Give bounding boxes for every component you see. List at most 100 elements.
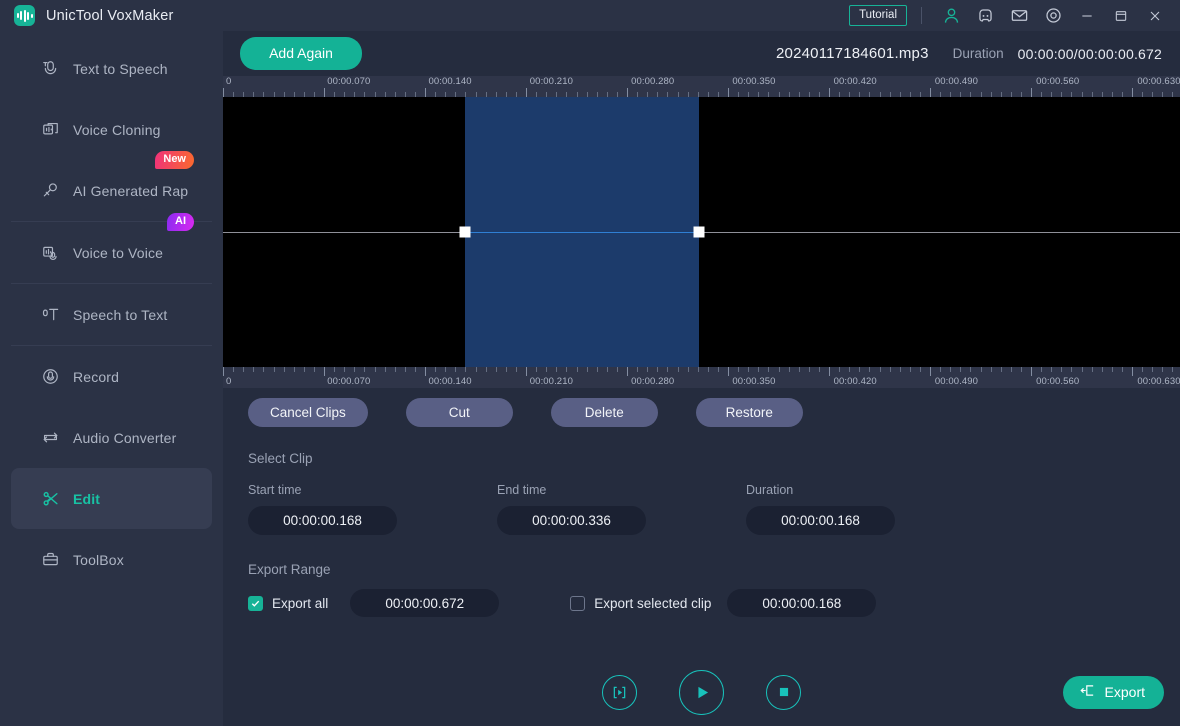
ruler-tick-label: 0 bbox=[226, 376, 232, 387]
ruler-tick bbox=[243, 367, 245, 372]
sidebar-item-edit[interactable]: Edit bbox=[11, 468, 212, 529]
ruler-tick bbox=[627, 367, 628, 376]
ruler-tick bbox=[919, 367, 921, 372]
ruler-tick bbox=[960, 367, 962, 372]
export-arrow-icon bbox=[1079, 682, 1096, 702]
export-all-checkbox[interactable] bbox=[248, 595, 263, 611]
ruler-tick bbox=[909, 367, 911, 372]
waveform-canvas[interactable] bbox=[223, 97, 1180, 367]
ruler-tick bbox=[758, 367, 760, 372]
clip-duration-input[interactable]: 00:00:00.168 bbox=[746, 506, 895, 535]
export-selected-clip-checkbox[interactable] bbox=[570, 595, 586, 611]
ruler-tick bbox=[1041, 367, 1043, 372]
sidebar-item-voice-to-voice[interactable]: Voice to Voice AI bbox=[11, 213, 212, 283]
ruler-tick bbox=[930, 88, 931, 97]
selection-handle-left[interactable] bbox=[459, 226, 471, 238]
sidebar-item-record[interactable]: Record bbox=[11, 346, 212, 407]
ruler-tick bbox=[990, 367, 992, 372]
sidebar-item-toolbox[interactable]: ToolBox bbox=[11, 529, 212, 590]
ruler-tick bbox=[1121, 367, 1123, 372]
ruler-tick bbox=[1020, 367, 1022, 372]
sidebar-item-label: Text to Speech bbox=[73, 60, 168, 77]
sidebar-item-speech-to-text[interactable]: Speech to Text bbox=[11, 284, 212, 345]
ruler-tick bbox=[1061, 367, 1063, 372]
ruler-tick bbox=[1132, 88, 1133, 97]
speech-text-icon bbox=[39, 304, 61, 326]
ruler-tick-label: 00:00.140 bbox=[428, 76, 472, 87]
discord-icon[interactable] bbox=[970, 3, 1000, 29]
start-time-field: Start time 00:00:00.168 bbox=[248, 483, 497, 535]
ruler-tick bbox=[930, 367, 931, 376]
ruler-tick bbox=[313, 367, 315, 372]
export-button[interactable]: Export bbox=[1062, 675, 1164, 709]
ruler-tick bbox=[303, 367, 305, 372]
export-selected-clip-label: Export selected clip bbox=[594, 595, 712, 611]
export-all-label: Export all bbox=[272, 595, 329, 611]
account-icon[interactable] bbox=[936, 3, 966, 29]
cut-button[interactable]: Cut bbox=[405, 398, 513, 427]
tutorial-button[interactable]: Tutorial bbox=[849, 4, 907, 27]
ruler-tick bbox=[394, 367, 396, 372]
sidebar-item-text-to-speech[interactable]: Text to Speech bbox=[11, 38, 212, 99]
sidebar-item-audio-converter[interactable]: Audio Converter bbox=[11, 407, 212, 468]
ruler-tick bbox=[425, 367, 426, 376]
app-window: UnicTool VoxMaker Tutorial Text to Speec… bbox=[0, 0, 1180, 726]
duration-value: 00:00:00/00:00:00.672 bbox=[1017, 45, 1162, 62]
export-selected-clip-value[interactable]: 00:00:00.168 bbox=[727, 589, 877, 617]
close-button[interactable] bbox=[1140, 3, 1170, 29]
ruler-tick-label: 00:00.070 bbox=[327, 376, 371, 387]
ruler-tick bbox=[455, 367, 457, 372]
ruler-tick bbox=[859, 367, 861, 372]
play-icon[interactable] bbox=[679, 669, 724, 715]
restore-button[interactable]: Restore bbox=[695, 398, 803, 427]
stop-icon[interactable] bbox=[766, 674, 801, 710]
editor-header: Add Again 20240117184601.mp3 Duration 00… bbox=[223, 31, 1180, 76]
ruler-tick bbox=[970, 367, 972, 372]
ruler-tick bbox=[1010, 367, 1012, 372]
ruler-tick bbox=[364, 367, 366, 372]
ruler-tick bbox=[1172, 367, 1174, 372]
record-mic-icon bbox=[39, 366, 61, 388]
ruler-tick bbox=[596, 367, 598, 372]
ruler-tick bbox=[889, 367, 891, 372]
gear-icon[interactable] bbox=[1038, 3, 1068, 29]
ruler-tick-label: 00:00.490 bbox=[934, 76, 979, 87]
cancel-clips-button[interactable]: Cancel Clips bbox=[248, 398, 368, 427]
ruler-tick bbox=[1142, 367, 1144, 372]
export-button-label: Export bbox=[1104, 684, 1145, 700]
minimize-button[interactable] bbox=[1072, 3, 1102, 29]
ruler-tick bbox=[515, 367, 517, 372]
clip-settings-panel: Select Clip Start time 00:00:00.168 End … bbox=[223, 437, 1180, 658]
ruler-tick bbox=[697, 367, 699, 372]
app-title: UnicTool VoxMaker bbox=[46, 7, 174, 24]
ruler-tick bbox=[849, 367, 851, 372]
ruler-tick-label: 00:00.280 bbox=[631, 376, 675, 387]
sidebar-item-label: AI Generated Rap bbox=[73, 182, 189, 199]
play-in-brackets-icon[interactable] bbox=[602, 674, 637, 710]
ruler-tick bbox=[324, 88, 325, 97]
ruler-tick bbox=[748, 367, 750, 372]
player-bar: Export bbox=[223, 658, 1180, 726]
ruler-tick bbox=[384, 367, 386, 372]
ruler-tick bbox=[647, 367, 649, 372]
sidebar-badge-ai: AI bbox=[167, 213, 194, 231]
ruler-tick-label: 00:00.420 bbox=[833, 76, 877, 87]
clip-duration-label: Duration bbox=[746, 483, 794, 497]
ruler-tick bbox=[1101, 367, 1103, 372]
sidebar-item-ai-generated-rap[interactable]: AI Generated Rap New bbox=[11, 151, 212, 221]
start-time-input[interactable]: 00:00:00.168 bbox=[248, 506, 397, 535]
ruler-tick-label: 00:00.350 bbox=[732, 376, 776, 387]
ruler-tick bbox=[667, 367, 669, 372]
timeline-ruler-top[interactable]: 0 00:00.070 00:00.140 00:00.210 00:00.280 00:… bbox=[223, 76, 1180, 97]
delete-button[interactable]: Delete bbox=[550, 398, 658, 427]
export-all-value[interactable]: 00:00:00.672 bbox=[350, 589, 500, 617]
toolbox-icon bbox=[39, 549, 61, 571]
add-again-button[interactable]: Add Again bbox=[240, 37, 362, 70]
maximize-button[interactable] bbox=[1106, 3, 1136, 29]
ruler-tick bbox=[808, 367, 810, 372]
end-time-input[interactable]: 00:00:00.336 bbox=[497, 506, 646, 535]
clip-actions-bar: Cancel Clips Cut Delete Restore bbox=[223, 388, 1180, 437]
mail-icon[interactable] bbox=[1004, 3, 1034, 29]
timeline-ruler-bottom[interactable]: 0 00:00.070 00:00.140 00:00.210 00:00.280 00:… bbox=[223, 367, 1180, 388]
selection-handle-right[interactable] bbox=[693, 226, 705, 238]
